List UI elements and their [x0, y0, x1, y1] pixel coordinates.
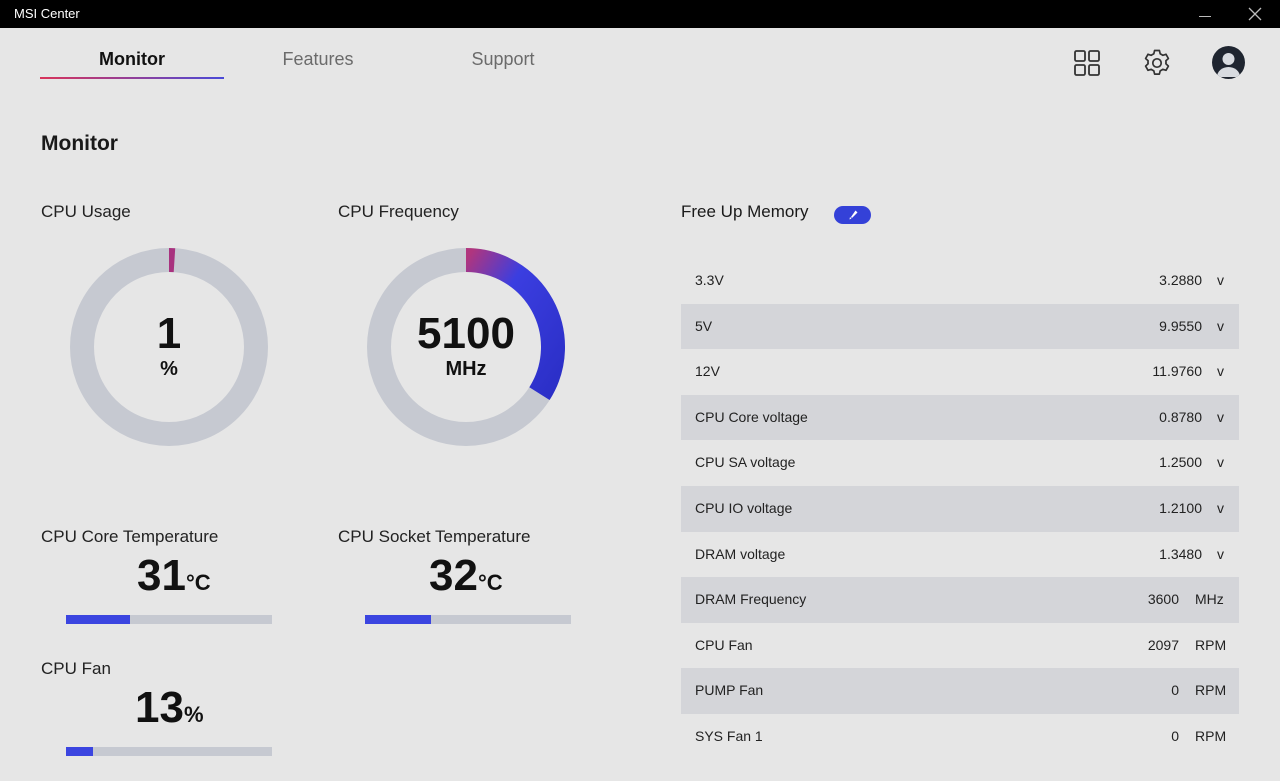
- free-up-memory-label: Free Up Memory: [681, 202, 809, 221]
- cpu-usage-value: 1: [156, 309, 182, 358]
- minimize-button[interactable]: [1182, 0, 1228, 28]
- sensor-name: DRAM Frequency: [695, 591, 807, 608]
- cpu-fan-label: CPU Fan: [41, 659, 111, 678]
- active-tab-underline: [40, 77, 224, 79]
- close-button[interactable]: [1232, 0, 1278, 28]
- cpu-socket-temp-unit: °C: [477, 570, 503, 595]
- sensor-name: CPU SA voltage: [695, 454, 796, 471]
- sensor-value: 11.9760: [1152, 363, 1202, 380]
- settings-button[interactable]: [1140, 46, 1174, 80]
- cpu-usage-label: CPU Usage: [41, 202, 131, 221]
- sensor-value: 3.2880: [1159, 272, 1202, 288]
- sensor-row: DRAM voltage 1.3480 v: [681, 532, 1239, 578]
- sensor-value: 0.8780: [1159, 408, 1202, 425]
- sensor-unit: v: [1217, 499, 1224, 516]
- sensor-name: CPU Fan: [695, 636, 753, 653]
- avatar-icon: [1217, 53, 1240, 77]
- cpu-socket-temp-readout: 32°C: [429, 551, 503, 601]
- tab-features-label: Features: [282, 49, 354, 69]
- sensor-row: 5V 9.9550 v: [681, 303, 1239, 350]
- sensor-value: 1.3480: [1159, 545, 1202, 562]
- apps-button[interactable]: [1070, 46, 1104, 80]
- cpu-usage-unit: %: [160, 358, 178, 380]
- sensor-unit: RPM: [1195, 636, 1227, 653]
- sensor-value: 9.9550: [1159, 317, 1202, 334]
- rocket-icon: [849, 210, 857, 220]
- cpu-socket-temp-bar-fill: [365, 615, 431, 624]
- minimize-icon: [1199, 15, 1211, 17]
- sensor-unit: RPM: [1195, 682, 1227, 699]
- sensor-unit: v: [1217, 408, 1224, 425]
- cpu-usage-gauge: 1 %: [69, 247, 269, 447]
- sensor-name: 5V: [695, 317, 713, 334]
- cpu-socket-temp-bar: [365, 615, 571, 624]
- cpu-fan-readout: 13%: [135, 683, 204, 733]
- sensor-name: 3.3V: [695, 272, 724, 288]
- tab-monitor-label: Monitor: [99, 49, 165, 69]
- sensor-row: CPU IO voltage 1.2100 v: [681, 485, 1239, 532]
- sensor-name: SYS Fan 1: [695, 727, 763, 744]
- cpu-core-temp-value: 31: [137, 551, 186, 600]
- sensor-row: DRAM Frequency 3600 MHz: [681, 577, 1239, 623]
- cpu-socket-temp-value: 32: [429, 551, 478, 600]
- sensor-row: CPU Fan 2097 RPM: [681, 623, 1239, 669]
- free-up-memory-button[interactable]: [834, 206, 871, 224]
- sensor-name: 12V: [695, 363, 720, 380]
- sensor-value: 1.2500: [1159, 454, 1202, 471]
- cpu-fan-unit: %: [183, 702, 204, 727]
- sensor-value: 3600: [1147, 591, 1179, 608]
- sensor-unit: v: [1217, 317, 1224, 334]
- sensor-value: 0: [1171, 727, 1179, 744]
- sensor-unit: MHz: [1195, 591, 1224, 608]
- cpu-frequency-label: CPU Frequency: [338, 202, 459, 221]
- cpu-fan-bar-fill: [66, 747, 93, 756]
- window-title: MSI Center: [14, 6, 80, 21]
- tab-monitor[interactable]: Monitor: [40, 44, 224, 80]
- cpu-core-temp-readout: 31°C: [137, 551, 211, 601]
- sensor-name: CPU IO voltage: [695, 499, 793, 516]
- tab-support[interactable]: Support: [411, 44, 595, 80]
- sensor-row: PUMP Fan 0 RPM: [681, 668, 1239, 714]
- cpu-core-temp-bar-fill: [66, 615, 130, 624]
- sensor-name: DRAM voltage: [695, 545, 786, 562]
- sensor-name: CPU Core voltage: [695, 408, 808, 425]
- cpu-fan-value: 13: [135, 683, 184, 732]
- close-icon: [1248, 7, 1262, 21]
- sensor-row: SYS Fan 1 0 RPM: [681, 714, 1239, 760]
- grid-icon: [1074, 50, 1100, 76]
- sensor-row: CPU Core voltage 0.8780 v: [681, 394, 1239, 441]
- sensor-value: 1.2100: [1159, 499, 1202, 516]
- sensor-row: 12V 11.9760 v: [681, 349, 1239, 395]
- cpu-fan-bar: [66, 747, 272, 756]
- sensor-unit: v: [1217, 454, 1224, 471]
- sensor-unit: RPM: [1195, 727, 1227, 744]
- gear-icon: [1144, 49, 1170, 75]
- cpu-socket-temp-label: CPU Socket Temperature: [338, 527, 531, 546]
- cpu-core-temp-unit: °C: [185, 570, 211, 595]
- cpu-core-temp-bar: [66, 615, 272, 624]
- sensor-value: 2097: [1147, 636, 1179, 653]
- page-title: Monitor: [41, 132, 118, 155]
- cpu-frequency-value: 5100: [417, 309, 515, 358]
- cpu-frequency-gauge: 5100 MHz: [366, 247, 566, 447]
- sensor-row: 3.3V 3.2880 v: [681, 258, 1239, 304]
- title-bar: MSI Center: [0, 0, 1280, 28]
- sensor-unit: v: [1217, 545, 1224, 562]
- cpu-core-temp-label: CPU Core Temperature: [41, 527, 219, 546]
- cpu-frequency-unit: MHz: [445, 358, 487, 380]
- profile-button[interactable]: [1212, 46, 1245, 79]
- sensor-unit: v: [1217, 363, 1224, 380]
- sensor-value: 0: [1171, 682, 1179, 699]
- sensor-unit: v: [1217, 272, 1224, 288]
- sensor-row: CPU SA voltage 1.2500 v: [681, 440, 1239, 486]
- sensor-name: PUMP Fan: [695, 682, 764, 699]
- tab-support-label: Support: [471, 49, 535, 69]
- sensor-table: 3.3V 3.2880 v 5V 9.9550 v 12V 11.9760 v CPU Core …: [681, 258, 1239, 760]
- tab-features[interactable]: Features: [226, 44, 410, 80]
